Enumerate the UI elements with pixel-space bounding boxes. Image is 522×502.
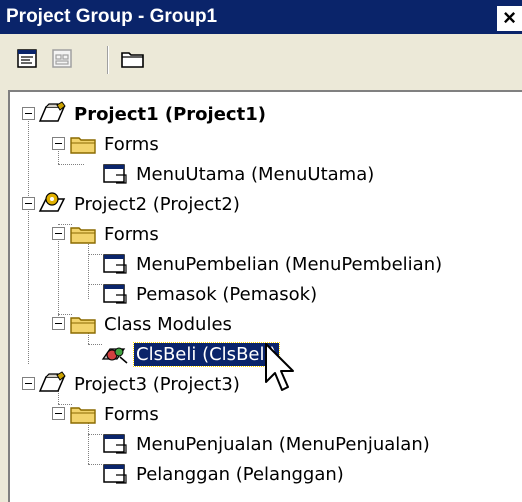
tree-node-project1[interactable]: Project1 (Project1) <box>38 99 268 129</box>
tree-node-form[interactable]: MenuPembelian (MenuPembelian) <box>100 249 444 279</box>
class-module-icon <box>101 347 128 364</box>
folder-icon <box>121 52 144 68</box>
form-icon <box>103 164 127 184</box>
window-title: Project Group - Group1 <box>6 6 218 27</box>
tree-node-label: Project3 (Project3) <box>74 373 240 395</box>
tree-node-forms-folder[interactable]: Forms <box>68 129 161 159</box>
form-icon <box>103 434 127 454</box>
project-icon <box>38 101 66 122</box>
collapse-toggle[interactable] <box>52 317 65 330</box>
tree-node-label: MenuUtama (MenuUtama) <box>136 163 375 185</box>
mouse-cursor-icon <box>265 343 294 391</box>
folder-icon <box>70 227 96 244</box>
tree-node-label: MenuPenjualan (MenuPenjualan) <box>136 433 430 455</box>
tree-node-label: Project2 (Project2) <box>74 193 240 215</box>
tree-node-label: Class Modules <box>104 313 232 335</box>
tree-connector <box>58 234 59 324</box>
project-icon <box>38 371 66 392</box>
collapse-toggle[interactable] <box>22 377 35 390</box>
tree-node-label: Forms <box>104 403 159 425</box>
tree-node-form[interactable]: Pemasok (Pemasok) <box>100 279 319 309</box>
tree-connector <box>58 164 84 165</box>
view-object-icon <box>52 49 72 68</box>
collapse-toggle[interactable] <box>52 407 65 420</box>
toolbar <box>0 34 522 84</box>
tree-node-project3[interactable]: Project3 (Project3) <box>38 369 242 399</box>
view-object-button[interactable] <box>51 47 75 71</box>
folder-icon <box>70 317 96 334</box>
tree-node-label: Forms <box>104 223 159 245</box>
collapse-toggle[interactable] <box>22 107 35 120</box>
tree-node-class-modules-folder[interactable]: Class Modules <box>68 309 234 339</box>
tree-node-label: Project1 (Project1) <box>74 103 266 125</box>
tree-node-label: Forms <box>104 133 159 155</box>
tree-node-project2[interactable]: Project2 (Project2) <box>38 189 242 219</box>
toggle-folders-button[interactable] <box>120 47 144 71</box>
tree-node-class-module[interactable]: ClsBeli (ClsBeli) <box>100 339 280 369</box>
folder-icon <box>70 407 96 424</box>
form-icon <box>103 464 127 484</box>
folder-icon <box>70 137 96 154</box>
tree-node-label: MenuPembelian (MenuPembelian) <box>136 253 443 275</box>
close-button[interactable]: × <box>497 6 522 31</box>
collapse-toggle[interactable] <box>52 137 65 150</box>
project-tree[interactable]: Project1 (Project1) Forms MenuUtama (Men… <box>8 90 522 502</box>
tree-node-forms-folder[interactable]: Forms <box>68 219 161 249</box>
tree-node-label: Pemasok (Pemasok) <box>136 283 318 305</box>
tree-connector <box>28 114 29 364</box>
tree-node-form[interactable]: MenuUtama (MenuUtama) <box>100 159 376 189</box>
form-icon <box>103 284 127 304</box>
collapse-toggle[interactable] <box>52 227 65 240</box>
tree-node-form[interactable]: MenuPenjualan (MenuPenjualan) <box>100 429 432 459</box>
toolbar-separator <box>107 46 109 74</box>
tree-node-form[interactable]: Pelanggan (Pelanggan) <box>100 459 346 489</box>
collapse-toggle[interactable] <box>22 197 35 210</box>
tree-node-label: ClsBeli (ClsBeli) <box>133 341 280 367</box>
tree-node-label: Pelanggan (Pelanggan) <box>136 463 344 485</box>
view-code-icon <box>17 49 37 68</box>
view-code-button[interactable] <box>16 47 40 71</box>
form-icon <box>103 254 127 274</box>
title-bar[interactable]: Project Group - Group1 × <box>0 0 522 34</box>
activex-project-icon <box>38 192 66 212</box>
project-explorer-window: Project Group - Group1 × Project1 (Proje… <box>0 0 522 502</box>
tree-node-forms-folder[interactable]: Forms <box>68 399 161 429</box>
